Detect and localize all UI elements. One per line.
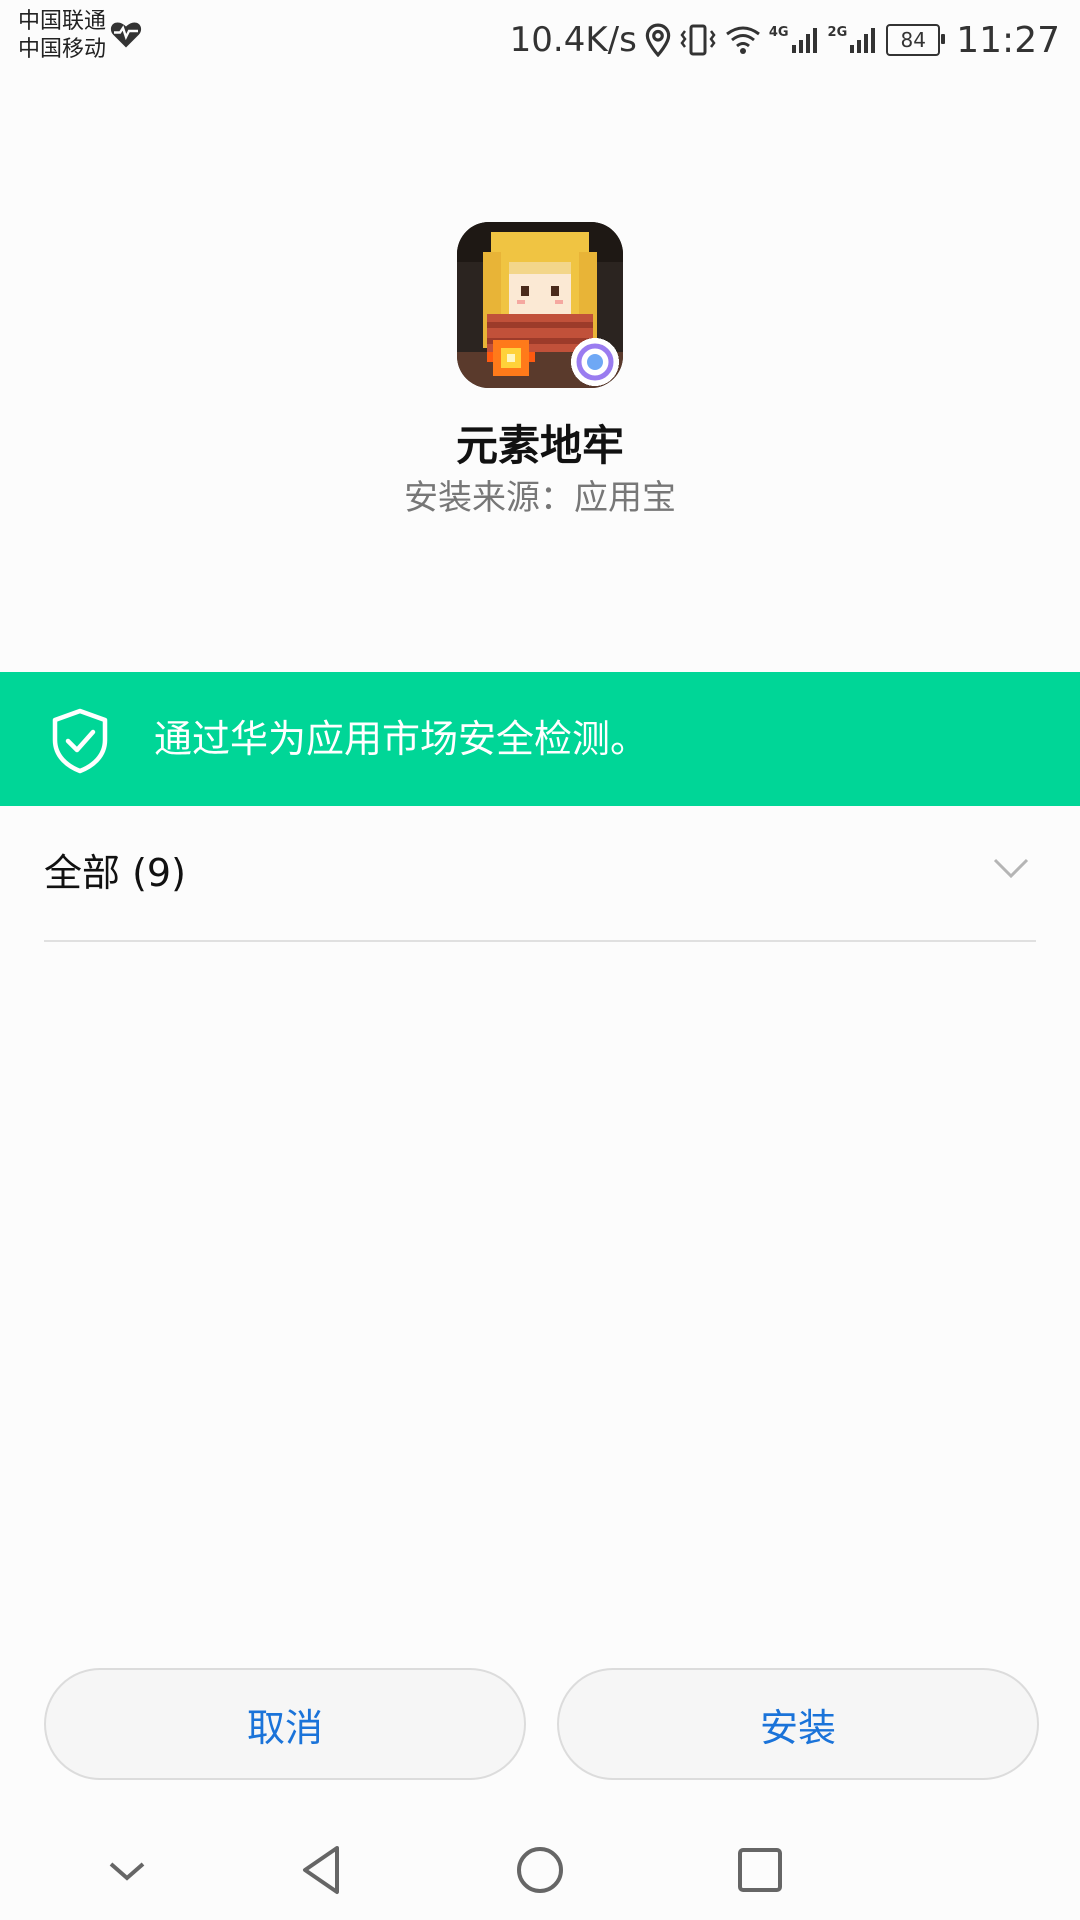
signal-2-icon: 2G: [828, 25, 879, 55]
app-icon: [457, 222, 623, 388]
wifi-icon: [725, 26, 760, 54]
permissions-dropdown[interactable]: 全部 (9): [44, 806, 1036, 942]
chevron-down-icon[interactable]: [97, 1840, 157, 1900]
navigation-bar: [0, 1820, 1080, 1920]
back-icon[interactable]: [293, 1840, 353, 1900]
battery-indicator: 84: [886, 24, 946, 56]
carrier-2: 中国移动: [18, 37, 107, 62]
shield-check-icon: [52, 708, 108, 774]
signal-1-label: 4G: [768, 25, 789, 40]
chevron-down-icon: [993, 858, 1029, 879]
status-right: 10.4K/s 4G 2G 84 11:27: [510, 10, 1060, 70]
vibrate-icon: [680, 24, 716, 56]
signal-1-icon: 4G: [769, 25, 820, 55]
app-name: 元素地牢: [455, 421, 624, 470]
recents-icon[interactable]: [730, 1840, 790, 1900]
status-bar: 中国联通 中国移动 10.4K/s 4G 2G 84 11:27: [0, 0, 1080, 80]
permissions-label: 全部 (9): [44, 851, 186, 895]
carrier-info: 中国联通 中国移动: [18, 8, 106, 64]
clock: 11:27: [956, 19, 1060, 61]
network-speed: 10.4K/s: [509, 20, 637, 60]
install-button[interactable]: 安装: [557, 1668, 1039, 1780]
security-message: 通过华为应用市场安全检测。: [154, 717, 649, 761]
install-source: 安装来源：应用宝: [404, 478, 676, 518]
cancel-button[interactable]: 取消: [44, 1668, 526, 1780]
home-icon[interactable]: [510, 1840, 570, 1900]
location-icon: [645, 23, 671, 57]
signal-2-label: 2G: [827, 25, 848, 40]
security-banner: 通过华为应用市场安全检测。: [0, 672, 1080, 806]
carrier-1: 中国联通: [18, 9, 107, 34]
health-heart-icon: [110, 22, 142, 48]
